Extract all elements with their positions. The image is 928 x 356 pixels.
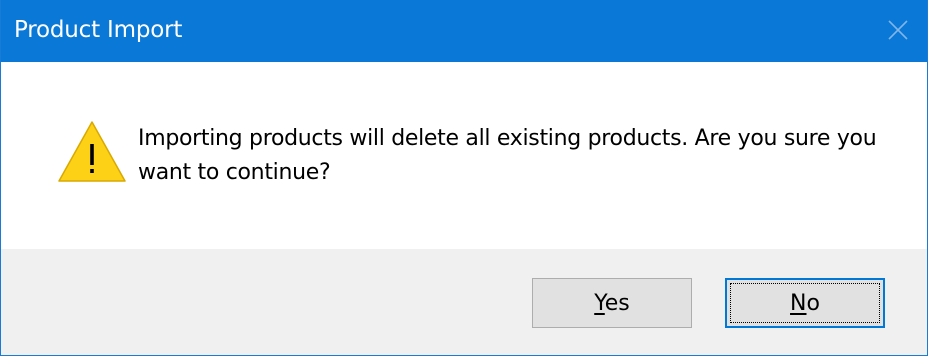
yes-label-rest: es xyxy=(604,290,630,316)
title-bar[interactable]: Product Import xyxy=(1,0,927,62)
yes-button-label: Yes xyxy=(594,291,630,316)
no-mnemonic: N xyxy=(790,290,807,316)
dialog-message: Importing products will delete all exist… xyxy=(138,126,877,185)
dialog-window: Product Import Importing products will d… xyxy=(0,0,928,356)
dialog-content: Importing products will delete all exist… xyxy=(1,62,927,249)
close-button[interactable] xyxy=(871,0,927,62)
yes-mnemonic: Y xyxy=(594,290,605,316)
warning-icon xyxy=(58,121,126,182)
button-bar: Yes No xyxy=(1,249,927,355)
yes-button[interactable]: Yes xyxy=(532,278,692,328)
window-title: Product Import xyxy=(14,17,183,43)
no-button[interactable]: No xyxy=(725,278,885,328)
close-icon xyxy=(888,20,908,40)
no-button-label: No xyxy=(790,291,820,316)
no-label-rest: o xyxy=(806,290,820,316)
